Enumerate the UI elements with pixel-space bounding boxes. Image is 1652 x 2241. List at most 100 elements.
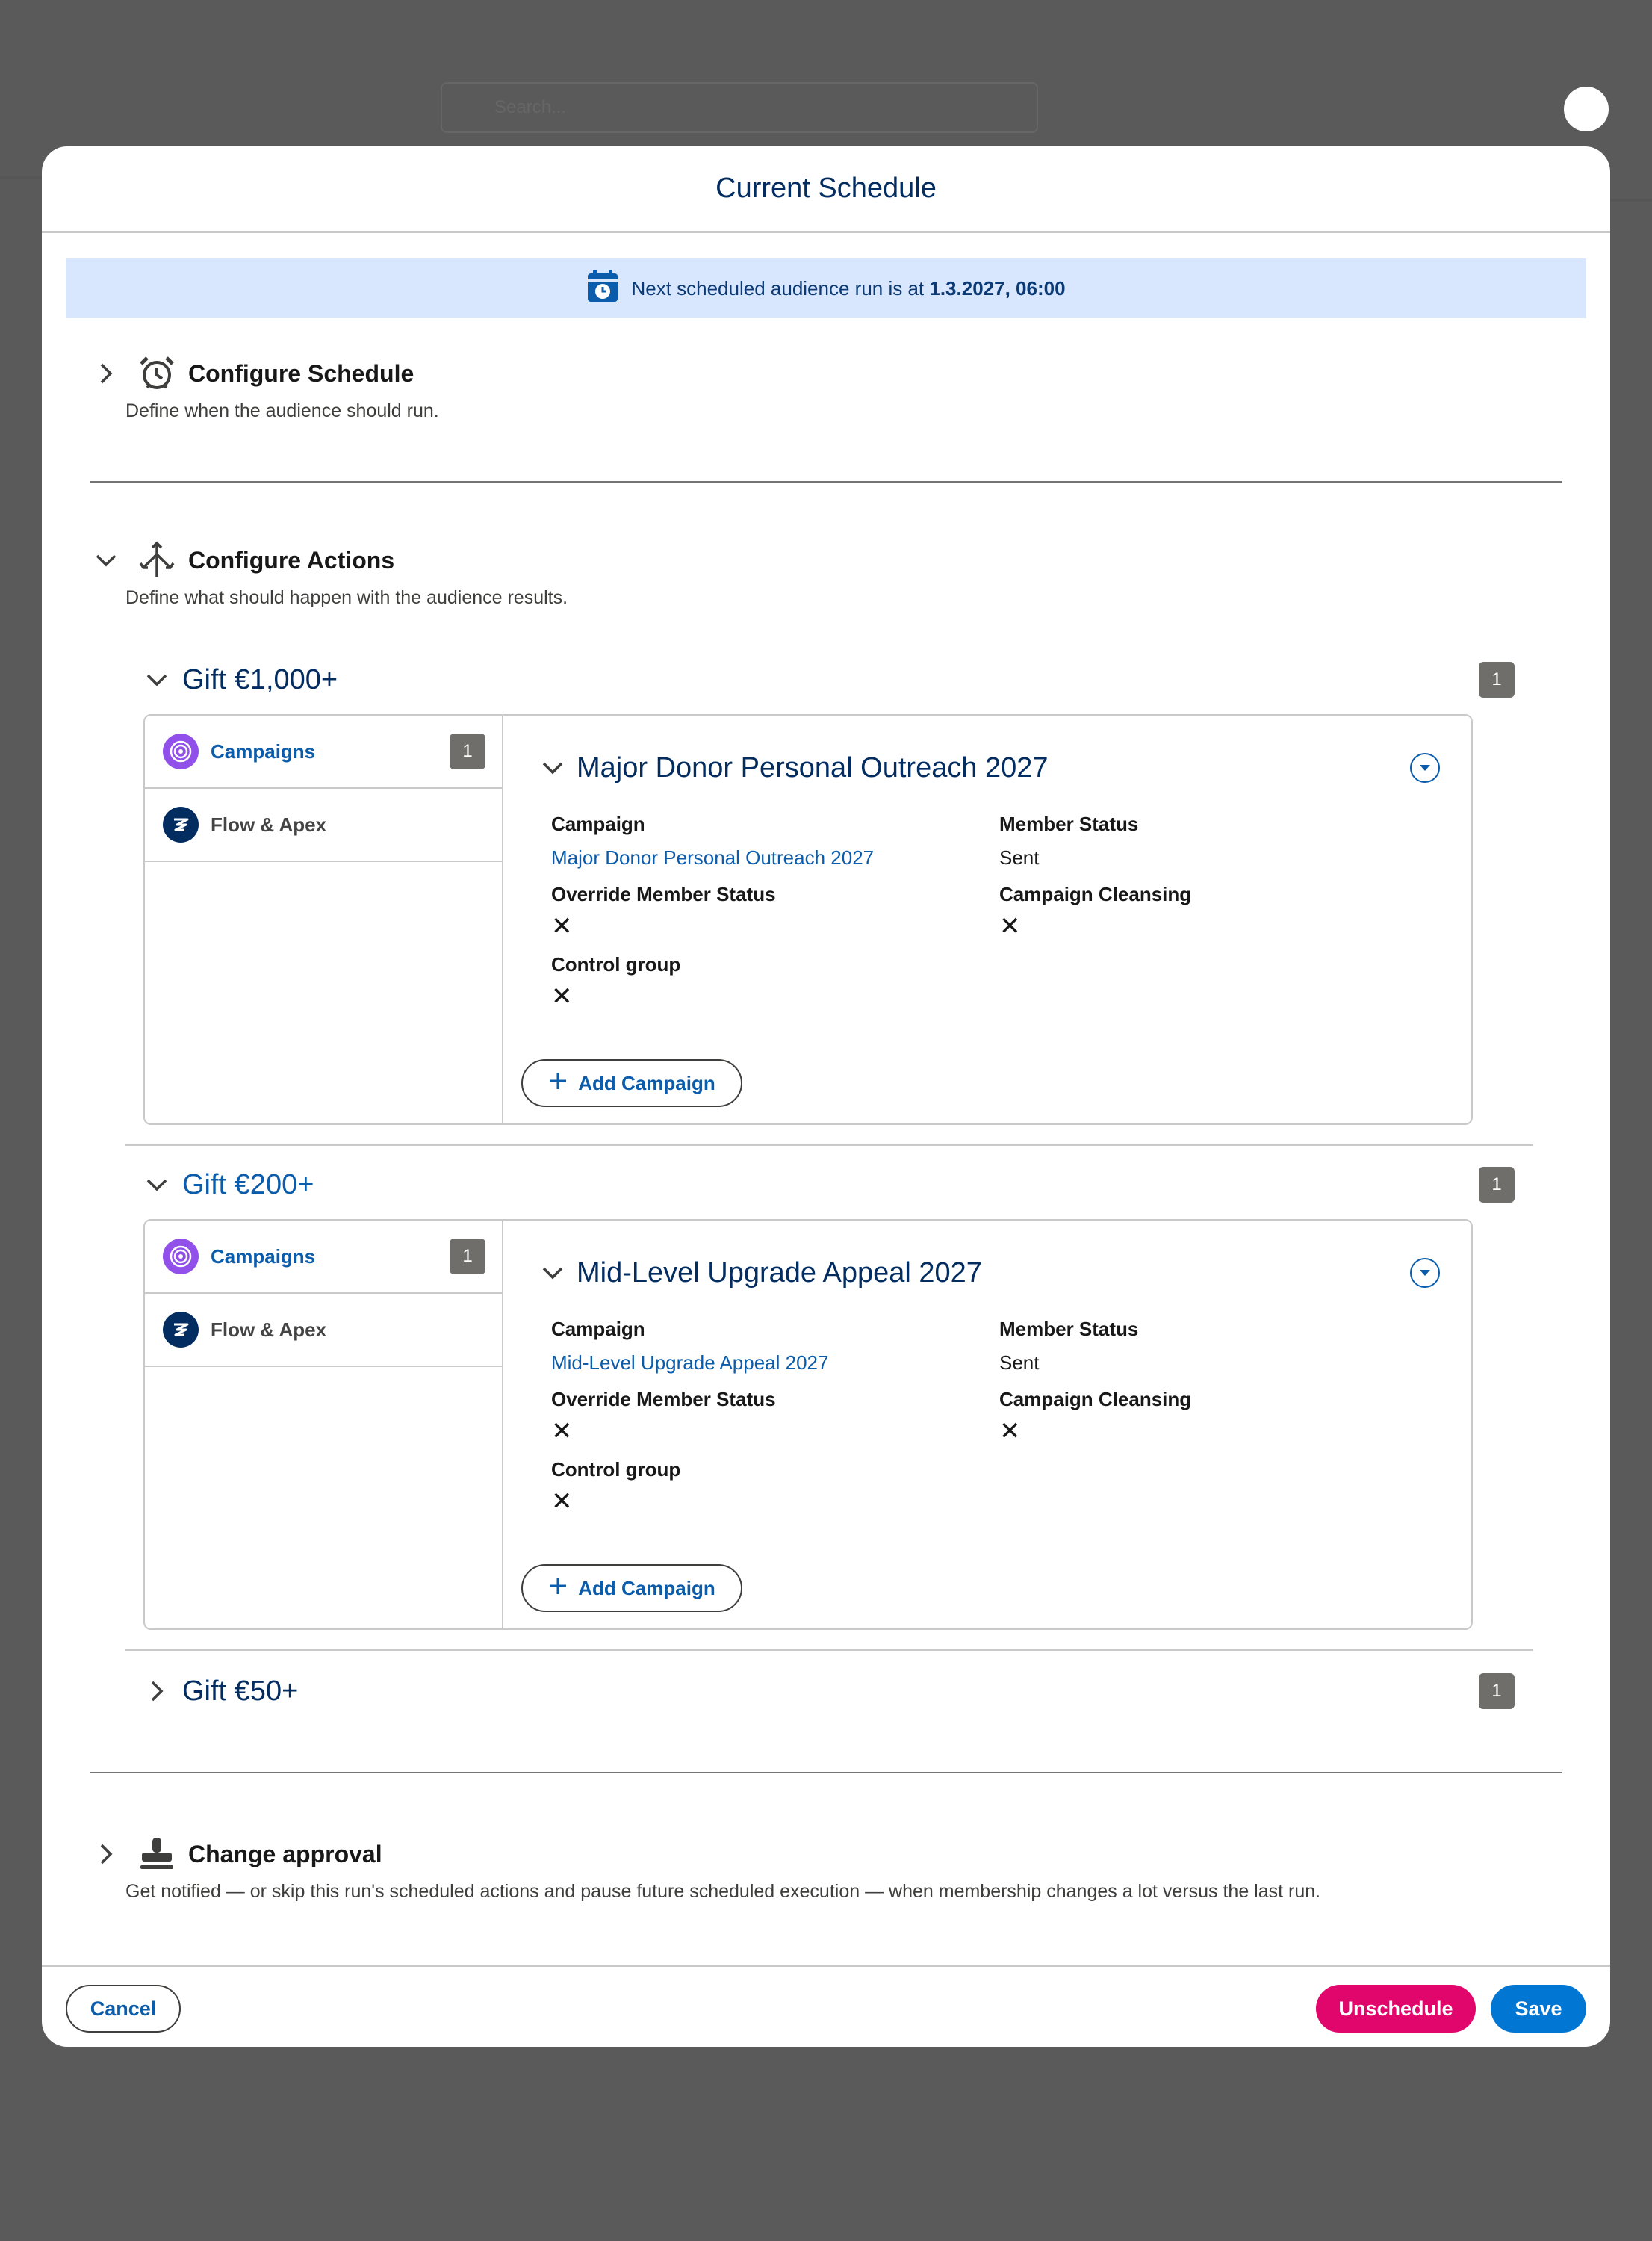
campaign-cleansing-field: Campaign Cleansing ✕ <box>999 883 1191 939</box>
schedule-modal: Current Schedule Next scheduled audience… <box>42 146 1610 2047</box>
schedule-section-description: Define when the audience should run. <box>125 400 439 421</box>
nav-item-campaigns[interactable]: Campaigns 1 <box>145 1221 502 1294</box>
add-campaign-button[interactable]: Add Campaign <box>521 1564 742 1612</box>
field-label: Control group <box>551 953 681 976</box>
group-count-badge: 1 <box>1479 1167 1515 1203</box>
campaign-cleansing-field: Campaign Cleansing ✕ <box>999 1388 1191 1444</box>
member-status-field: Member Status Sent <box>999 813 1138 870</box>
background-search-placeholder: Search... <box>494 97 567 117</box>
stamp-icon <box>134 1833 179 1875</box>
action-type-nav: Campaigns 1 Flow & Apex <box>145 716 503 1123</box>
nav-item-label: Campaigns <box>211 1245 316 1268</box>
plus-icon <box>548 1071 568 1096</box>
chevron-right-icon[interactable] <box>90 357 122 390</box>
background-search-box: Search... <box>441 82 1038 133</box>
add-campaign-label: Add Campaign <box>578 1071 715 1094</box>
nav-item-campaigns[interactable]: Campaigns 1 <box>145 716 502 789</box>
save-button[interactable]: Save <box>1491 1985 1586 2033</box>
field-label: Campaign <box>551 1318 645 1340</box>
add-campaign-button[interactable]: Add Campaign <box>521 1059 742 1107</box>
field-label: Campaign Cleansing <box>999 1388 1192 1410</box>
field-label: Override Member Status <box>551 1388 776 1410</box>
action-card: Campaigns 1 Flow & Apex Major Donor Pers… <box>143 714 1473 1125</box>
group-count-badge: 1 <box>1479 662 1515 698</box>
campaign-detail-title: Mid-Level Upgrade Appeal 2027 <box>577 1256 982 1289</box>
audience-group-header[interactable]: Gift €1,000+ 1 <box>140 659 1515 701</box>
modal-title: Current Schedule <box>715 173 937 204</box>
next-run-banner: Next scheduled audience run is at 1.3.20… <box>66 258 1586 318</box>
actions-section-header[interactable]: Configure Actions <box>90 539 1562 581</box>
section-divider <box>90 481 1562 483</box>
row-actions-menu-button[interactable] <box>1410 753 1440 783</box>
actions-section: Configure Actions Define what should hap… <box>90 539 1562 609</box>
false-x-icon: ✕ <box>551 1417 573 1445</box>
campaign-detail-title: Major Donor Personal Outreach 2027 <box>577 751 1049 784</box>
campaign-link[interactable]: Major Donor Personal Outreach 2027 <box>551 846 874 870</box>
campaign-field: Campaign Mid-Level Upgrade Appeal 2027 <box>551 1318 828 1374</box>
nav-item-label: Campaigns <box>211 740 316 763</box>
override-member-status-field: Override Member Status ✕ <box>551 1388 776 1444</box>
actions-section-description: Define what should happen with the audie… <box>125 587 568 608</box>
field-label: Member Status <box>999 1318 1139 1340</box>
field-value: Sent <box>999 846 1040 869</box>
modal-header: Current Schedule <box>42 146 1610 233</box>
plus-icon <box>548 1576 568 1601</box>
nav-item-label: Flow & Apex <box>211 1318 327 1341</box>
alarm-clock-icon <box>134 353 179 394</box>
banner-text: Next scheduled audience run is at 1.3.20… <box>631 276 1066 300</box>
action-card: Campaigns 1 Flow & Apex Mid-Level Upgrad… <box>143 1219 1473 1630</box>
audience-group-title: Gift €1,000+ <box>182 663 338 695</box>
control-group-field: Control group ✕ <box>551 953 680 1009</box>
campaign-detail-header[interactable]: Mid-Level Upgrade Appeal 2027 <box>536 1252 1440 1294</box>
campaign-target-icon <box>163 1239 199 1274</box>
group-separator <box>125 1144 1533 1146</box>
cancel-button[interactable]: Cancel <box>66 1985 181 2033</box>
modal-footer: Cancel Unschedule Save <box>42 1965 1610 2047</box>
campaign-detail: Mid-Level Upgrade Appeal 2027 Campaign M… <box>503 1221 1471 1628</box>
chevron-down-icon[interactable] <box>536 751 569 784</box>
campaign-link[interactable]: Mid-Level Upgrade Appeal 2027 <box>551 1351 828 1374</box>
chevron-down-icon[interactable] <box>140 663 173 696</box>
false-x-icon: ✕ <box>999 1417 1021 1445</box>
false-x-icon: ✕ <box>999 912 1021 940</box>
approval-section-title: Change approval <box>188 1840 382 1868</box>
close-modal-button[interactable] <box>1564 87 1609 131</box>
chevron-down-icon[interactable] <box>140 1168 173 1201</box>
chevron-right-icon[interactable] <box>90 1838 122 1870</box>
add-campaign-label: Add Campaign <box>578 1576 715 1599</box>
nav-count-badge: 1 <box>450 734 485 769</box>
campaign-field: Campaign Major Donor Personal Outreach 2… <box>551 813 874 870</box>
approval-section-header[interactable]: Change approval <box>90 1833 1562 1875</box>
nav-item-flow-apex[interactable]: Flow & Apex <box>145 1294 502 1367</box>
row-actions-menu-button[interactable] <box>1410 1258 1440 1288</box>
nav-item-label: Flow & Apex <box>211 813 327 836</box>
action-type-nav: Campaigns 1 Flow & Apex <box>145 1221 503 1628</box>
audience-group-header[interactable]: Gift €50+ 1 <box>140 1670 1515 1712</box>
nav-count-badge: 1 <box>450 1239 485 1274</box>
field-label: Member Status <box>999 813 1139 835</box>
false-x-icon: ✕ <box>551 1487 573 1516</box>
campaign-detail: Major Donor Personal Outreach 2027 Campa… <box>503 716 1471 1123</box>
section-divider <box>90 1772 1562 1773</box>
unschedule-button[interactable]: Unschedule <box>1316 1985 1476 2033</box>
false-x-icon: ✕ <box>551 982 573 1011</box>
field-label: Campaign Cleansing <box>999 883 1192 905</box>
campaign-target-icon <box>163 734 199 769</box>
chevron-down-icon[interactable] <box>536 1256 569 1289</box>
nav-item-flow-apex[interactable]: Flow & Apex <box>145 789 502 862</box>
schedule-section-title: Configure Schedule <box>188 359 414 387</box>
actions-split-icon <box>134 539 179 581</box>
audience-group-title: Gift €200+ <box>182 1168 314 1200</box>
audience-group-header[interactable]: Gift €200+ 1 <box>140 1164 1515 1206</box>
campaign-detail-header[interactable]: Major Donor Personal Outreach 2027 <box>536 747 1440 789</box>
chevron-right-icon[interactable] <box>140 1675 173 1708</box>
flow-icon <box>163 807 199 843</box>
schedule-section: Configure Schedule Define when the audie… <box>90 353 1562 422</box>
approval-section-description: Get notified — or skip this run's schedu… <box>125 1881 1321 1902</box>
override-member-status-field: Override Member Status ✕ <box>551 883 776 939</box>
background-line <box>1606 199 1652 202</box>
chevron-down-icon[interactable] <box>90 544 122 577</box>
schedule-section-header[interactable]: Configure Schedule <box>90 353 1562 394</box>
control-group-field: Control group ✕ <box>551 1458 680 1514</box>
calendar-clock-icon <box>586 269 619 309</box>
